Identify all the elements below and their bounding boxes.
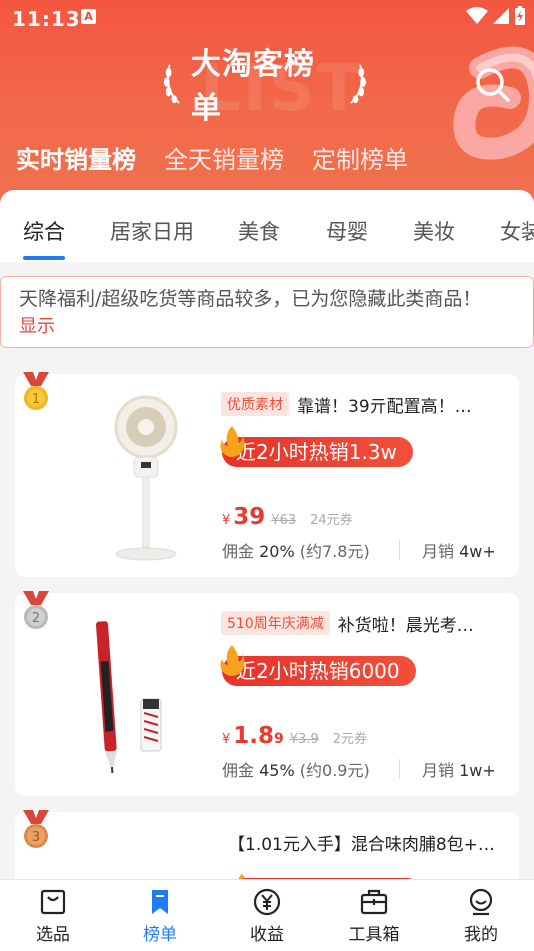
product-title-row: 【1.01元入手】混合味肉脯8包+… (228, 828, 518, 856)
commission-rate: 45% (259, 761, 295, 780)
price-currency: ¥ (222, 513, 231, 528)
nav-item-select[interactable]: 选品 (13, 886, 93, 945)
status-time: 11:13 (12, 7, 81, 31)
coupon-value: 2元券 (332, 732, 368, 747)
monthly-sales: 月销 4w+ (422, 538, 496, 562)
laurel-left-icon (163, 64, 180, 104)
product-card[interactable]: 2 510周年庆满减 补货啦！晨光考… 近2小时热销6000 ¥ 1.8 9 ¥… (15, 591, 519, 796)
toolbox-icon (360, 889, 388, 915)
product-image-pencil (95, 621, 162, 774)
category-tab-makeup[interactable]: 美妆 (413, 216, 455, 246)
header: 11:13 A LIST 大淘客榜单 实时销量榜 全天销量榜 定制榜单 (0, 0, 534, 215)
yuan-icon (253, 888, 281, 916)
svg-text:3: 3 (32, 830, 40, 845)
price-row: ¥ 1.8 9 ¥3.9 2元券 (222, 723, 367, 749)
monthly-sales: 月销 1w+ (422, 757, 496, 781)
product-badge: 510周年庆满减 (221, 611, 330, 635)
product-badge: 优质素材 (221, 392, 289, 416)
profile-icon (469, 888, 493, 916)
product-title: 补货啦！晨光考… (337, 615, 474, 636)
svg-text:2: 2 (32, 611, 40, 626)
hot-sales-tag: 近2小时热销6000 (220, 645, 416, 691)
commission-label: 佣金 (222, 761, 255, 780)
category-bar: 综合 居家日用 美食 母婴 美妆 女装 (0, 190, 534, 262)
commission-amount: (约7.8元) (299, 542, 370, 561)
search-icon[interactable] (470, 62, 518, 110)
bag-icon (40, 889, 66, 915)
price-main: 1.8 (233, 723, 275, 749)
original-price: ¥63 (271, 513, 297, 528)
price-decimal: 9 (274, 731, 284, 747)
price-row: ¥ 39 ¥63 24元券 (222, 504, 353, 530)
hidden-items-notice: 天降福利/超级吃货等商品较多，已为您隐藏此类商品！ 显示 (0, 276, 534, 348)
title-wrap: 大淘客榜单 (160, 47, 370, 126)
show-hidden-link[interactable]: 显示 (19, 313, 515, 341)
monthly-sales-value: 4w+ (459, 542, 496, 561)
silver-medal-icon: 2 (23, 591, 49, 629)
bronze-medal-icon: 3 (23, 810, 49, 848)
flame-icon (220, 426, 245, 457)
product-card[interactable]: 1 优质素材 靠谱！39亓配置高！… 近2小时热销1.3w ¥ 39 ¥63 2… (15, 372, 519, 577)
category-active-indicator (23, 256, 65, 260)
status-bar: 11:13 A (0, 0, 534, 36)
hot-sales-text: 近2小时热销1.3w (222, 437, 413, 467)
category-tab-women[interactable]: 女装 (500, 216, 534, 246)
tab-realtime-sales[interactable]: 实时销量榜 (16, 140, 136, 175)
commission-label: 佣金 (222, 542, 255, 561)
svg-text:1: 1 (32, 392, 40, 407)
product-title-row: 优质素材 靠谱！39亓配置高！… (221, 390, 511, 418)
nav-item-ranking[interactable]: 榜单 (120, 886, 200, 945)
app-notification-icon: A (81, 9, 96, 24)
product-image-fan (114, 395, 178, 561)
monthly-sales-label: 月销 (422, 542, 455, 561)
coupon-value: 24元券 (310, 513, 353, 528)
nav-label-earnings: 收益 (250, 925, 284, 945)
product-title: 靠谱！39亓配置高！… (297, 396, 472, 417)
commission-row: 佣金 20% (约7.8元) (222, 538, 370, 562)
divider (399, 540, 400, 560)
commission-rate: 20% (259, 542, 295, 561)
status-icons (466, 6, 526, 26)
nav-item-toolbox[interactable]: 工具箱 (334, 886, 414, 945)
tab-custom-list[interactable]: 定制榜单 (312, 140, 408, 175)
price-currency: ¥ (222, 732, 231, 747)
nav-label-mine: 我的 (464, 925, 498, 945)
gold-medal-icon: 1 (23, 372, 49, 410)
monthly-sales-label: 月销 (422, 761, 455, 780)
commission-amount: (约0.9元) (299, 761, 370, 780)
commission-row: 佣金 45% (约0.9元) (222, 757, 370, 781)
category-tab-baby[interactable]: 母婴 (326, 216, 368, 246)
nav-item-mine[interactable]: 我的 (441, 886, 521, 945)
category-tab-home[interactable]: 居家日用 (110, 216, 194, 246)
product-title-row: 510周年庆满减 补货啦！晨光考… (221, 609, 511, 637)
tab-allday-sales[interactable]: 全天销量榜 (164, 140, 284, 175)
nav-item-earnings[interactable]: 收益 (227, 886, 307, 945)
hot-sales-text: 近2小时热销6000 (222, 656, 416, 686)
divider (399, 759, 400, 779)
nav-label-toolbox: 工具箱 (348, 925, 400, 945)
page-title: 大淘客榜单 (190, 47, 315, 126)
monthly-sales-value: 1w+ (459, 761, 496, 780)
wifi-icon (466, 7, 488, 24)
battery-icon (515, 6, 525, 25)
category-tab-all[interactable]: 综合 (23, 216, 65, 246)
nav-label-select: 选品 (36, 925, 70, 945)
bookmark-icon (152, 890, 168, 914)
ranking-type-tabs: 实时销量榜 全天销量榜 定制榜单 (0, 140, 534, 180)
product-title: 【1.01元入手】混合味肉脯8包+… (228, 834, 495, 855)
original-price: ¥3.9 (289, 732, 319, 747)
flame-icon (220, 645, 245, 676)
notice-text: 天降福利/超级吃货等商品较多，已为您隐藏此类商品！ (19, 288, 482, 310)
price-main: 39 (233, 504, 266, 530)
laurel-right-icon (350, 64, 367, 104)
nav-label-ranking: 榜单 (143, 925, 177, 945)
signal-icon (493, 8, 509, 24)
category-tab-food[interactable]: 美食 (238, 216, 280, 246)
hot-sales-tag: 近2小时热销1.3w (220, 426, 413, 472)
bottom-navigation: 选品 榜单 收益 工具箱 我的 (0, 879, 534, 951)
